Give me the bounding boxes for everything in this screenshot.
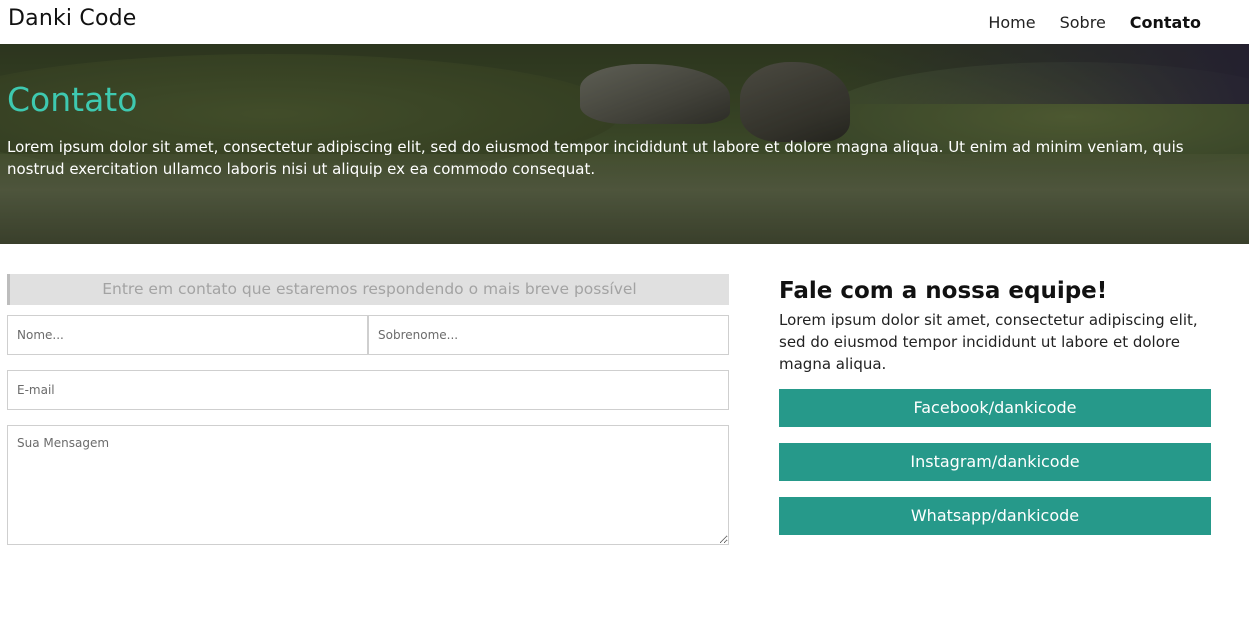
hero-description: Lorem ipsum dolor sit amet, consectetur … — [7, 138, 1184, 178]
whatsapp-button[interactable]: Whatsapp/dankicode — [779, 497, 1211, 535]
site-header: Danki Code Home Sobre Contato — [0, 0, 1249, 44]
nav-home-link[interactable]: Home — [988, 13, 1035, 32]
hero-banner: Contato Lorem ipsum dolor sit amet, cons… — [0, 44, 1249, 244]
nav-contato-link[interactable]: Contato — [1130, 13, 1201, 32]
site-logo[interactable]: Danki Code — [8, 6, 137, 31]
last-name-input[interactable] — [368, 315, 729, 355]
message-textarea[interactable] — [7, 425, 729, 545]
email-input[interactable] — [7, 370, 729, 410]
facebook-button[interactable]: Facebook/dankicode — [779, 389, 1211, 427]
page-title: Contato — [7, 80, 138, 119]
instagram-button[interactable]: Instagram/dankicode — [779, 443, 1211, 481]
team-description: Lorem ipsum dolor sit amet, consectetur … — [779, 311, 1198, 373]
form-banner: Entre em contato que estaremos responden… — [7, 274, 729, 305]
team-heading: Fale com a nossa equipe! — [779, 278, 1108, 304]
first-name-input[interactable] — [7, 315, 368, 355]
main-nav: Home Sobre Contato — [988, 13, 1201, 32]
nav-sobre-link[interactable]: Sobre — [1060, 13, 1106, 32]
